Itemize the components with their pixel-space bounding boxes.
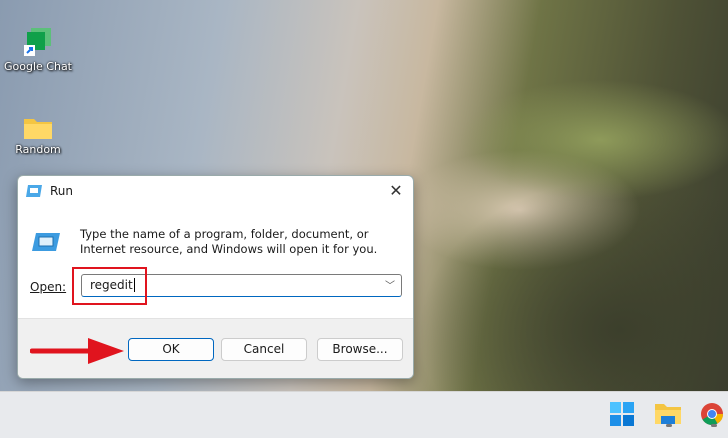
run-large-icon xyxy=(32,233,60,251)
highlight-box xyxy=(72,267,147,305)
close-button[interactable]: ✕ xyxy=(385,180,407,202)
folder-icon xyxy=(24,119,52,139)
open-label: Open: xyxy=(30,280,67,294)
running-indicator xyxy=(666,424,672,427)
taskbar xyxy=(0,391,728,438)
dialog-footer: OK Cancel Browse... xyxy=(18,318,413,378)
windows-start-icon[interactable] xyxy=(610,402,638,430)
dialog-description: Type the name of a program, folder, docu… xyxy=(80,227,378,256)
desktop-icon-random[interactable]: Random xyxy=(0,116,78,156)
google-chat-icon xyxy=(24,28,51,56)
title-bar: Run xyxy=(18,176,413,206)
desktop-icon-label: Google Chat xyxy=(4,60,72,73)
dialog-title: Run xyxy=(50,184,74,198)
chevron-down-icon[interactable]: ﹀ xyxy=(385,277,395,292)
run-icon xyxy=(26,185,42,197)
cancel-button[interactable]: Cancel xyxy=(221,338,307,361)
arrow-annotation-icon xyxy=(30,338,124,364)
run-dialog: Run ✕ Type the name of a program, folder… xyxy=(17,175,414,379)
running-indicator xyxy=(711,424,717,427)
desktop-icon-google-chat[interactable]: Google Chat xyxy=(0,27,78,73)
desktop-icon-label: Random xyxy=(15,143,61,156)
browse-button[interactable]: Browse... xyxy=(317,338,403,361)
file-explorer-icon[interactable] xyxy=(655,402,683,430)
chrome-icon[interactable] xyxy=(700,402,728,430)
ok-button[interactable]: OK xyxy=(128,338,214,361)
